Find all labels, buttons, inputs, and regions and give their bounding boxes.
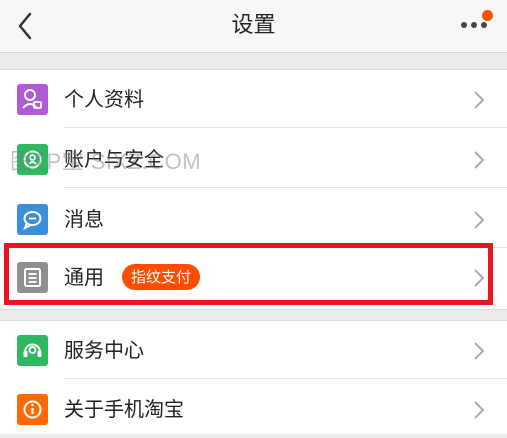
settings-group-main: 个人资料 账户与安全 消息 通用 指纹支付 — [0, 69, 507, 310]
navigation-bar: 设置 — [0, 0, 507, 53]
settings-item-profile[interactable]: 个人资料 — [0, 70, 507, 128]
divider — [64, 187, 507, 188]
settings-item-label: 通用 — [64, 265, 104, 289]
settings-item-label: 个人资料 — [64, 87, 144, 111]
profile-icon — [17, 84, 48, 115]
divider — [64, 378, 507, 379]
settings-group-support: 服务中心 关于手机淘宝 — [0, 320, 507, 434]
more-dots-icon — [461, 22, 491, 28]
chevron-right-icon — [474, 401, 485, 419]
notification-badge — [482, 10, 493, 21]
fingerprint-pay-badge: 指纹支付 — [122, 264, 201, 290]
service-icon — [17, 335, 48, 366]
settings-item-label: 服务中心 — [64, 338, 144, 362]
watermark: 图TP宝 SIXZ.COM — [10, 149, 202, 174]
settings-item-messages[interactable]: 消息 — [0, 190, 507, 248]
settings-item-about[interactable]: 关于手机淘宝 — [0, 380, 507, 438]
settings-item-service-center[interactable]: 服务中心 — [0, 321, 507, 379]
general-icon — [17, 262, 48, 293]
chevron-right-icon — [474, 211, 485, 229]
info-icon — [17, 394, 48, 425]
chevron-right-icon — [474, 269, 485, 287]
settings-item-general[interactable]: 通用 指纹支付 — [0, 248, 507, 306]
more-button[interactable] — [455, 8, 497, 44]
chevron-right-icon — [474, 342, 485, 360]
settings-item-label: 关于手机淘宝 — [64, 397, 184, 421]
settings-item-label: 消息 — [64, 207, 104, 231]
chevron-right-icon — [474, 151, 485, 169]
page-title: 设置 — [231, 13, 276, 38]
chevron-right-icon — [474, 91, 485, 109]
message-icon — [17, 204, 48, 235]
divider — [64, 127, 507, 128]
